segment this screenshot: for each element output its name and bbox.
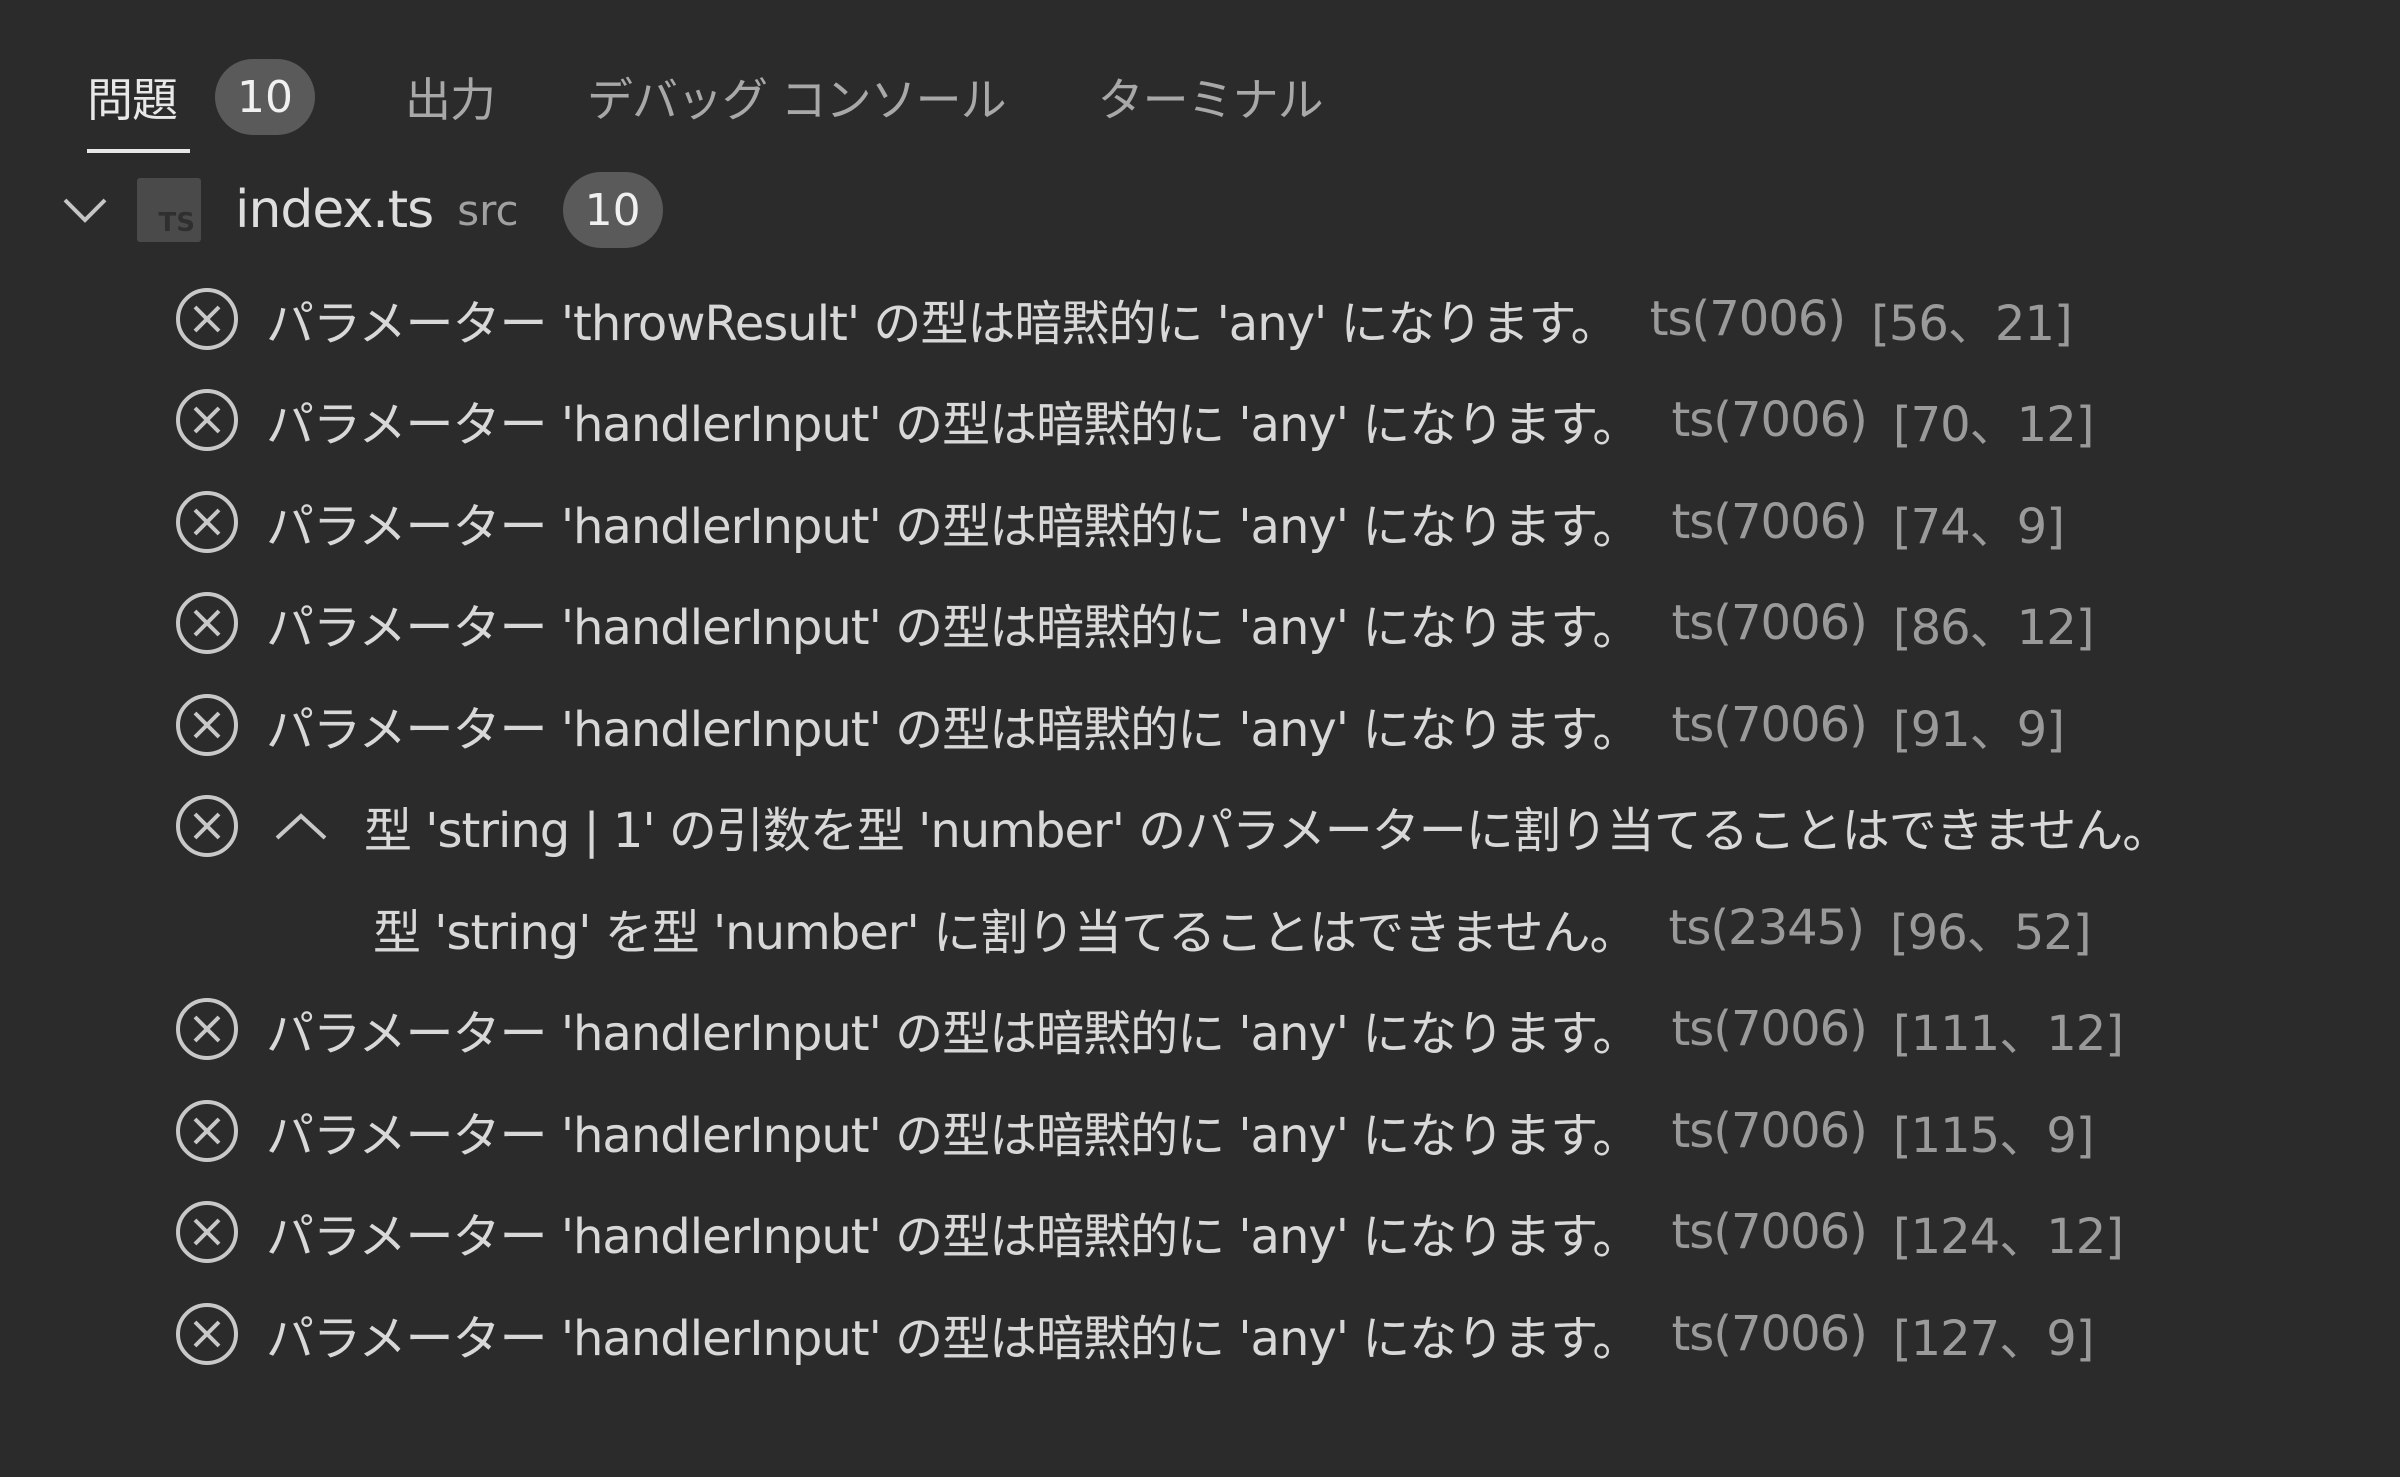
tab-debug-console-label: デバッグ コンソール xyxy=(587,73,1007,127)
error-icon xyxy=(176,693,238,756)
problem-position: [86、12] xyxy=(1892,600,2095,657)
tab-output-label: 出力 xyxy=(405,73,496,127)
error-icon xyxy=(176,795,238,858)
error-icon xyxy=(176,998,238,1061)
tab-terminal-label: ターミナル xyxy=(1097,73,1324,127)
typescript-file-icon: TS xyxy=(137,178,201,242)
problem-detail: 型 'string' を型 'number' に割り当てることはできません。 xyxy=(373,904,1637,961)
problem-code: ts(7006) xyxy=(1671,392,1867,449)
problem-code: ts(7006) xyxy=(1671,493,1867,550)
file-problem-count-badge: 10 xyxy=(562,172,663,248)
problem-message: 型 'string | 1' の引数を型 'number' のパラメーターに割り… xyxy=(364,803,2170,860)
error-icon xyxy=(176,1099,238,1162)
problem-code: ts(2345) xyxy=(1668,899,1865,956)
chevron-down-icon[interactable] xyxy=(55,180,115,240)
problem-item[interactable]: パラメーター 'handlerInput' の型は暗黙的に 'any' になりま… xyxy=(170,573,2169,675)
problem-message: パラメーター 'handlerInput' の型は暗黙的に 'any' になりま… xyxy=(266,1107,1640,1164)
error-icon xyxy=(176,1201,238,1264)
problem-code: ts(7006) xyxy=(1671,1001,1867,1058)
problem-item[interactable]: パラメーター 'handlerInput' の型は暗黙的に 'any' になりま… xyxy=(170,674,2169,776)
problem-message: パラメーター 'handlerInput' の型は暗黙的に 'any' になりま… xyxy=(266,1209,1640,1266)
tab-problems[interactable]: 問題 10 xyxy=(87,57,315,153)
problem-position: [124、12] xyxy=(1892,1209,2124,1266)
problem-position: [111、12] xyxy=(1892,1006,2124,1063)
problem-item[interactable]: パラメーター 'handlerInput' の型は暗黙的に 'any' になりま… xyxy=(170,370,2169,472)
error-icon xyxy=(176,389,238,452)
error-icon xyxy=(176,1302,238,1365)
panel-tabs: 問題 10 出力 デバッグ コンソール ターミナル xyxy=(87,42,1415,153)
problem-code: ts(7006) xyxy=(1671,1305,1867,1362)
problem-item-expanded[interactable]: 型 'string | 1' の引数を型 'number' のパラメーターに割り… xyxy=(170,776,2170,878)
problem-position: [127、9] xyxy=(1892,1310,2095,1367)
problem-position: [56、21] xyxy=(1871,295,2073,352)
problem-item[interactable]: パラメーター 'handlerInput' の型は暗黙的に 'any' になりま… xyxy=(170,1182,2169,1284)
tab-terminal[interactable]: ターミナル xyxy=(1097,57,1324,137)
problem-message: パラメーター 'handlerInput' の型は暗黙的に 'any' になりま… xyxy=(266,397,1640,454)
tab-debug-console[interactable]: デバッグ コンソール xyxy=(587,57,1007,137)
problem-position: [91、9] xyxy=(1892,701,2065,758)
problem-position: [115、9] xyxy=(1892,1107,2095,1164)
problem-position: [74、9] xyxy=(1892,498,2065,555)
file-directory: src xyxy=(457,185,519,235)
problem-message: パラメーター 'handlerInput' の型は暗黙的に 'any' になりま… xyxy=(266,1006,1640,1063)
error-icon xyxy=(176,490,238,553)
file-name: index.ts xyxy=(235,180,434,240)
problems-count-badge: 10 xyxy=(215,59,315,135)
problem-detail-row[interactable]: 型 'string' を型 'number' に割り当てることはできません。 t… xyxy=(170,877,2169,979)
problem-item[interactable]: パラメーター 'handlerInput' の型は暗黙的に 'any' になりま… xyxy=(170,1283,2169,1385)
problem-code: ts(7006) xyxy=(1671,1102,1867,1159)
problem-message: パラメーター 'handlerInput' の型は暗黙的に 'any' になりま… xyxy=(266,701,1640,758)
problems-list: パラメーター 'throwResult' の型は暗黙的に 'any' になります… xyxy=(170,268,2170,1385)
problem-item[interactable]: パラメーター 'handlerInput' の型は暗黙的に 'any' になりま… xyxy=(170,471,2169,573)
chevron-up-icon[interactable] xyxy=(266,796,336,856)
problem-code: ts(7006) xyxy=(1671,1204,1867,1261)
problem-message: パラメーター 'throwResult' の型は暗黙的に 'any' になります… xyxy=(266,295,1619,352)
problem-item[interactable]: パラメーター 'throwResult' の型は暗黙的に 'any' になります… xyxy=(170,268,2169,370)
problem-message: パラメーター 'handlerInput' の型は暗黙的に 'any' になりま… xyxy=(266,1310,1640,1367)
problem-message: パラメーター 'handlerInput' の型は暗黙的に 'any' になりま… xyxy=(266,600,1640,657)
active-tab-indicator xyxy=(87,149,190,153)
problem-item[interactable]: パラメーター 'handlerInput' の型は暗黙的に 'any' になりま… xyxy=(170,1080,2169,1182)
problem-code: ts(7006) xyxy=(1671,595,1867,652)
problem-code: ts(7006) xyxy=(1649,290,1846,347)
error-icon xyxy=(176,592,238,655)
problem-position: [96、52] xyxy=(1889,904,2092,961)
error-icon xyxy=(176,287,238,350)
problems-panel: 問題 10 出力 デバッグ コンソール ターミナル TS index.ts sr… xyxy=(0,0,2400,1477)
problem-item[interactable]: パラメーター 'handlerInput' の型は暗黙的に 'any' になりま… xyxy=(170,979,2169,1081)
tab-output[interactable]: 出力 xyxy=(405,57,496,137)
problem-code: ts(7006) xyxy=(1671,696,1867,753)
problem-position: [70、12] xyxy=(1892,397,2095,454)
problem-message: パラメーター 'handlerInput' の型は暗黙的に 'any' になりま… xyxy=(266,498,1640,555)
tab-problems-label: 問題 xyxy=(87,73,178,127)
file-group-row[interactable]: TS index.ts src 10 xyxy=(55,170,663,250)
